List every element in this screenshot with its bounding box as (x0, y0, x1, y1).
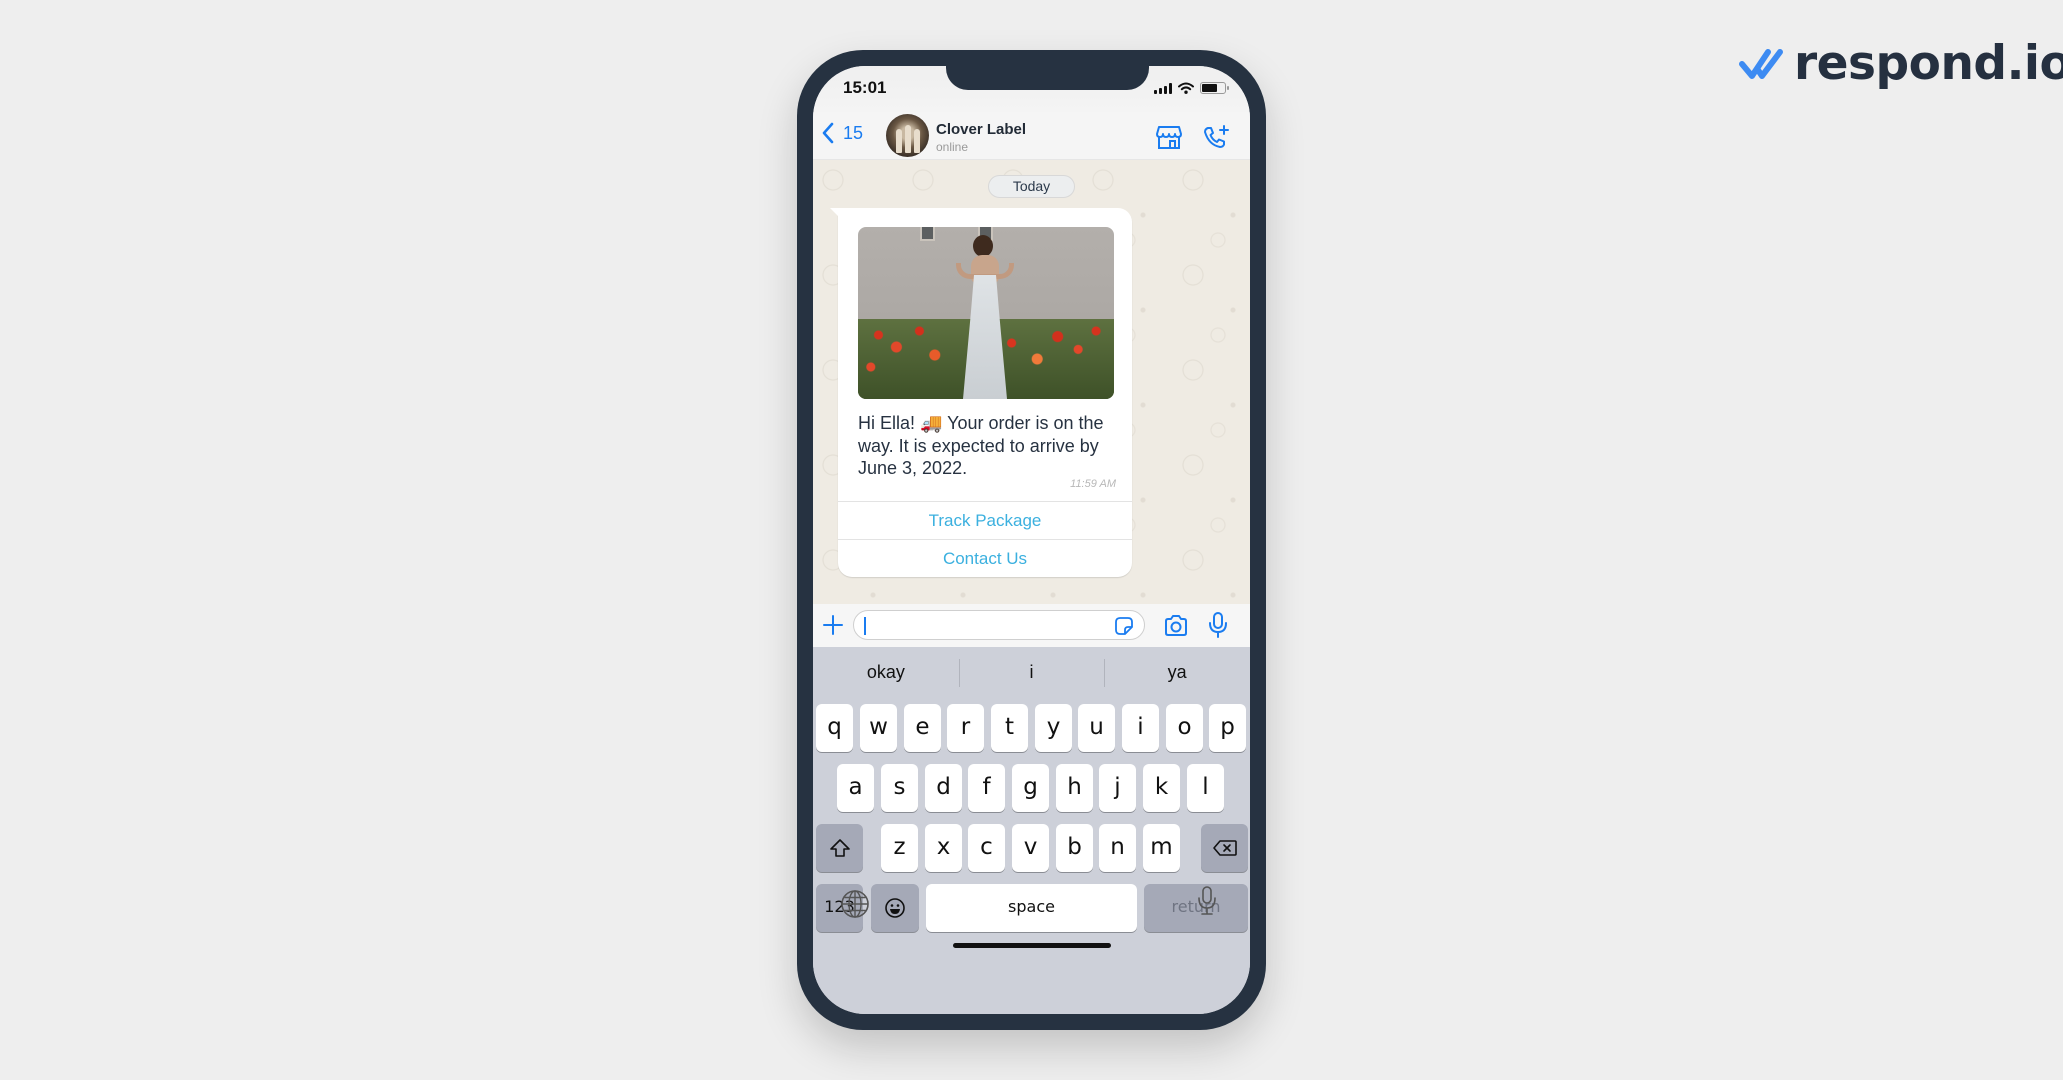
sticker-icon[interactable] (1114, 616, 1134, 636)
key-t[interactable]: t (991, 704, 1028, 752)
key-u[interactable]: u (1078, 704, 1115, 752)
key-j[interactable]: j (1099, 764, 1136, 812)
message-input[interactable] (853, 610, 1145, 640)
key-f[interactable]: f (968, 764, 1005, 812)
backspace-icon (1212, 840, 1237, 856)
phone-notch (946, 66, 1149, 90)
text-caret (864, 617, 866, 635)
plus-icon[interactable] (821, 613, 845, 637)
emoji-icon (885, 898, 905, 918)
space-key[interactable]: space (926, 884, 1137, 932)
contact-name[interactable]: Clover Label (936, 121, 1026, 138)
message-time: 11:59 AM (1070, 478, 1116, 490)
date-separator: Today (988, 175, 1075, 198)
globe-icon[interactable] (840, 889, 870, 919)
key-l[interactable]: l (1187, 764, 1224, 812)
shift-icon (829, 839, 850, 857)
chat-header: 15 Clover Label online (813, 112, 1250, 160)
message-bubble: Hi Ella! 🚚 Your order is on the way. It … (830, 208, 1132, 577)
add-call-icon[interactable] (1202, 124, 1230, 150)
suggestion-item[interactable]: okay (813, 662, 959, 683)
brand-logo: respond.io (1738, 40, 2063, 87)
key-a[interactable]: a (837, 764, 874, 812)
emoji-key[interactable] (871, 884, 919, 932)
message-composer (813, 604, 1250, 647)
back-button[interactable]: 15 (821, 122, 863, 144)
key-c[interactable]: c (968, 824, 1005, 872)
key-y[interactable]: y (1035, 704, 1072, 752)
bubble-tail (830, 208, 840, 218)
chat-area[interactable]: Today Hi Ella! 🚚 Your order is on the wa… (813, 160, 1250, 604)
home-indicator[interactable] (953, 943, 1111, 948)
key-i[interactable]: i (1122, 704, 1159, 752)
unread-count: 15 (843, 122, 864, 143)
key-e[interactable]: e (904, 704, 941, 752)
battery-icon (1200, 82, 1229, 94)
key-v[interactable]: v (1012, 824, 1049, 872)
shift-key[interactable] (816, 824, 863, 872)
double-check-icon (1739, 48, 1783, 79)
key-q[interactable]: q (816, 704, 853, 752)
phone-frame: 15:01 15 Clover Label online Today Hi El… (797, 50, 1266, 1030)
back-chevron-icon (822, 122, 834, 144)
backspace-key[interactable] (1201, 824, 1248, 872)
key-m[interactable]: m (1143, 824, 1180, 872)
message-text: Hi Ella! 🚚 Your order is on the way. It … (858, 413, 1104, 478)
status-icons (1154, 82, 1229, 94)
contact-us-button[interactable]: Contact Us (838, 539, 1132, 576)
return-key[interactable]: return (1144, 884, 1248, 932)
key-n[interactable]: n (1099, 824, 1136, 872)
dictation-mic-icon[interactable] (1197, 885, 1217, 917)
store-icon[interactable] (1155, 124, 1183, 150)
key-s[interactable]: s (881, 764, 918, 812)
key-o[interactable]: o (1166, 704, 1203, 752)
key-r[interactable]: r (947, 704, 984, 752)
status-time: 15:01 (843, 78, 887, 97)
microphone-icon[interactable] (1208, 611, 1228, 639)
key-d[interactable]: d (925, 764, 962, 812)
message-image[interactable] (858, 227, 1114, 399)
signal-icon (1154, 82, 1172, 94)
track-package-button[interactable]: Track Package (838, 501, 1132, 538)
key-b[interactable]: b (1056, 824, 1093, 872)
wifi-icon (1178, 82, 1194, 94)
suggestion-item[interactable]: i (958, 658, 1105, 687)
brand-name: respond.io (1794, 36, 2063, 91)
phone-screen: 15:01 15 Clover Label online Today Hi El… (813, 66, 1250, 1014)
key-w[interactable]: w (860, 704, 897, 752)
camera-icon[interactable] (1163, 614, 1189, 638)
key-x[interactable]: x (925, 824, 962, 872)
key-k[interactable]: k (1143, 764, 1180, 812)
key-z[interactable]: z (881, 824, 918, 872)
keyboard: okay i ya q w e r t y u i o p a s d f g … (813, 647, 1250, 1014)
suggestion-bar: okay i ya (813, 647, 1250, 697)
contact-status: online (936, 140, 969, 154)
contact-avatar[interactable] (886, 114, 929, 157)
key-p[interactable]: p (1209, 704, 1246, 752)
key-g[interactable]: g (1012, 764, 1049, 812)
suggestion-item[interactable]: ya (1104, 658, 1250, 687)
key-h[interactable]: h (1056, 764, 1093, 812)
